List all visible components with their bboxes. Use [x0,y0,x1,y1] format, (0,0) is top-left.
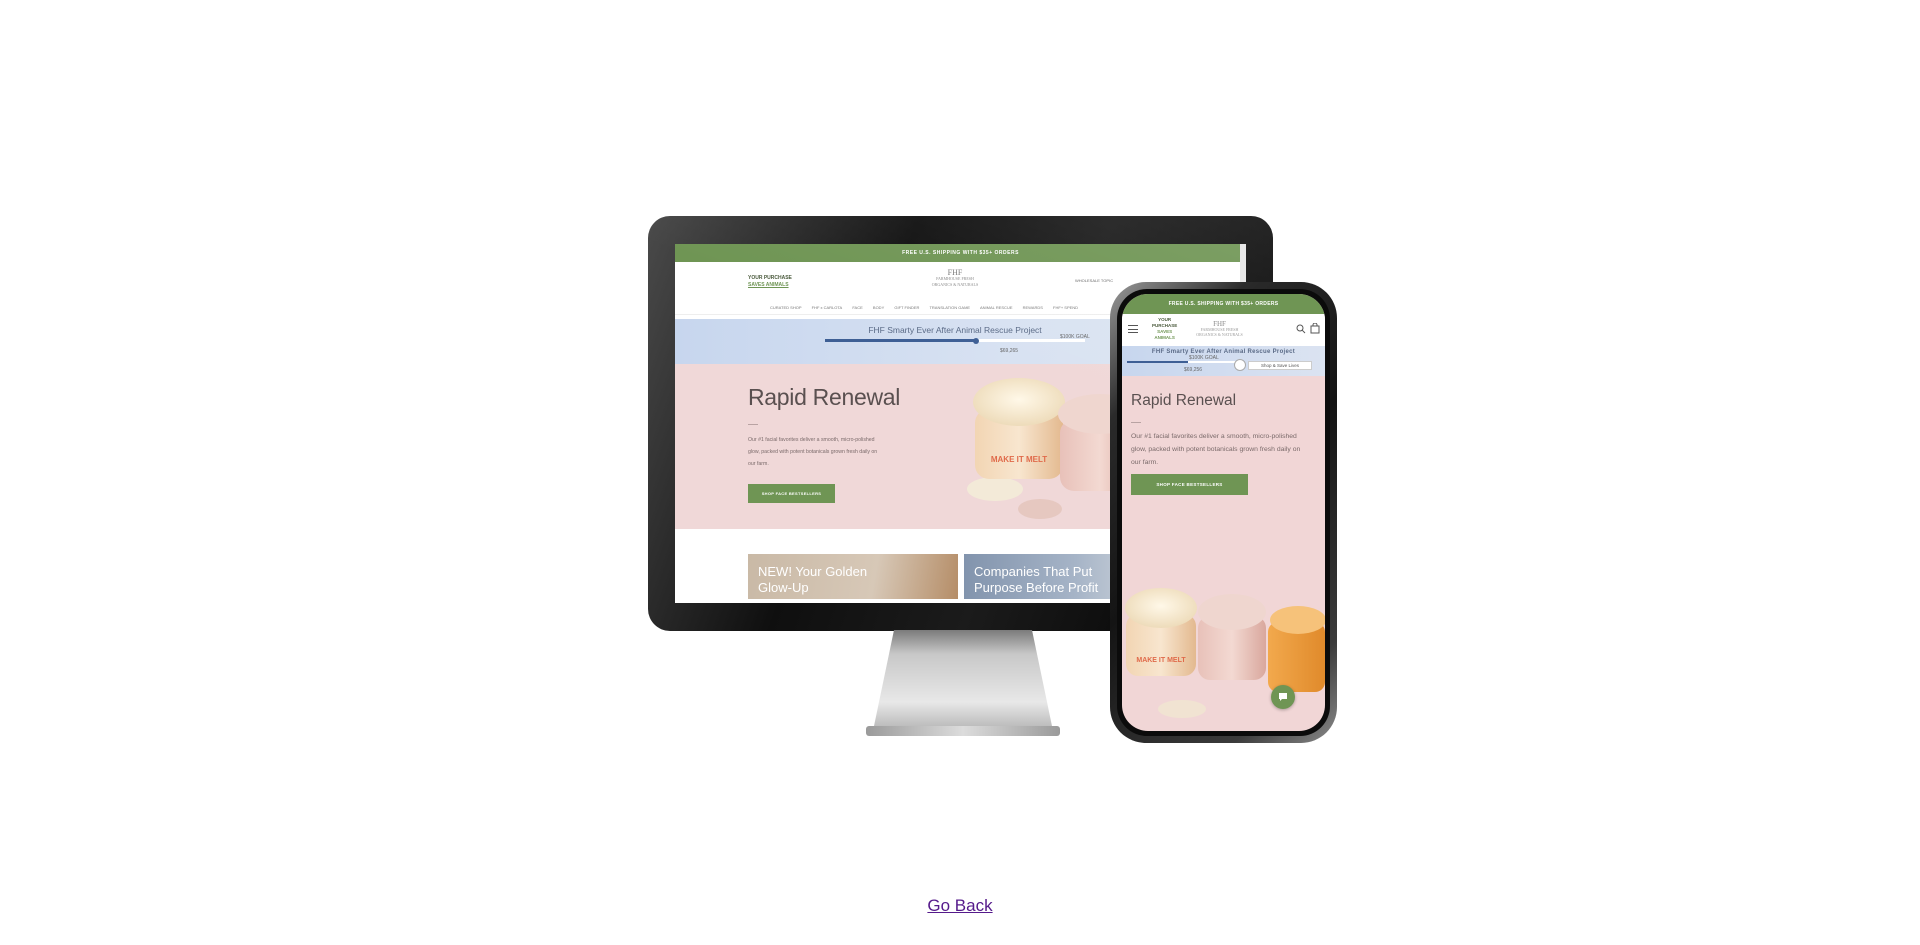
nav-item[interactable]: FHF x CARLOTA [812,305,843,310]
chat-icon [1279,693,1287,701]
shipping-banner: FREE U.S. SHIPPING WITH $35+ ORDERS [1122,294,1325,314]
nav-item[interactable]: BODY [873,305,884,310]
donation-progress-fill [825,339,976,342]
utility-link[interactable]: WHOLESALE TOPIC [1075,278,1113,283]
donation-title: FHF Smarty Ever After Animal Rescue Proj… [868,325,1042,335]
mobile-website-preview: FREE U.S. SHIPPING WITH $35+ ORDERS YOUR… [1122,294,1325,731]
promo-tile-golden-glow[interactable]: NEW! Your Golden Glow-Up [748,554,958,599]
donation-chip-label: Shop & Save Lives [1248,360,1312,370]
nav-item[interactable]: TRANSLATION GAME [929,305,970,310]
site-logo[interactable]: FHF FARMHOUSE FRESH ORGANICS & NATURALS [925,269,985,288]
animal-avatar-icon [1234,359,1246,371]
hero-divider [1131,422,1141,423]
nav-item[interactable]: ANIMAL RESCUE [980,305,1013,310]
nav-item[interactable]: REWARDS [1023,305,1043,310]
shipping-banner: FREE U.S. SHIPPING WITH $35+ ORDERS [675,244,1246,262]
hamburger-menu-icon[interactable] [1128,325,1138,336]
nav-item[interactable]: CURATED SHOP [770,305,801,310]
donation-progress-track [1127,361,1237,363]
donation-chip[interactable]: Shop & Save Lives [1234,359,1314,371]
cart-icon[interactable] [1310,323,1320,334]
hero-divider [748,424,758,425]
promo-tile-purpose[interactable]: Companies That Put Purpose Before Profit [964,554,1124,599]
shop-face-bestsellers-button[interactable]: SHOP FACE BESTSELLERS [1131,474,1248,495]
donation-title: FHF Smarty Ever After Animal Rescue Proj… [1151,349,1296,355]
monitor-stand [866,630,1060,736]
go-back-link[interactable]: Go Back [0,896,1920,916]
logo-line-2: ORGANICS & NATURALS [1196,332,1243,337]
hero-title: Rapid Renewal [1131,392,1237,409]
site-logo[interactable]: FHF FARMHOUSE FRESH ORGANICS & NATURALS [1192,321,1247,338]
main-nav: CURATED SHOP FHF x CARLOTA FACE BODY GIF… [770,305,1087,310]
nav-item[interactable]: GIFT FINDER [894,305,919,310]
nav-item[interactable]: FACE [852,305,862,310]
donation-progress-marker [972,337,979,344]
donation-progress-fill [1127,361,1188,363]
jar-label: MAKE IT MELT [1136,657,1186,664]
promo-tile-text: Companies That Put Purpose Before Profit [974,564,1099,595]
promo-line-2: SAVES ANIMALS [748,282,789,288]
search-icon[interactable] [1296,324,1306,334]
jar-label: MAKE IT MELT [991,455,1047,464]
donation-progress-track [825,337,1085,344]
promo-badge[interactable]: YOUR PURCHASE SAVES ANIMALS [748,275,792,289]
shop-face-bestsellers-button[interactable]: SHOP FACE BESTSELLERS [748,484,835,503]
chat-button[interactable] [1271,685,1295,709]
donation-raised: $69,256 [1184,367,1203,373]
hero-description: Our #1 facial favorites deliver a smooth… [748,437,878,467]
mobile-header: YOUR PURCHASE SAVES ANIMALS FHF FARMHOUS… [1122,314,1325,346]
donation-banner[interactable]: FHF Smarty Ever After Animal Rescue Proj… [1122,346,1325,376]
promo-tile-text: NEW! Your Golden Glow-Up [758,564,868,595]
promo-line: ANIMALS [1154,335,1175,340]
logo-line-2: ORGANICS & NATURALS [931,282,979,287]
hero-title: Rapid Renewal [748,384,901,410]
promo-badge[interactable]: YOUR PURCHASE SAVES ANIMALS [1152,317,1177,341]
product-jars-image: MAKE IT MELT [1125,588,1325,718]
donation-raised: $69,265 [1000,348,1019,354]
hero-description: Our #1 facial favorites deliver a smooth… [1131,433,1301,466]
promo-line-1: YOUR PURCHASE [748,275,792,281]
nav-item[interactable]: FHF+ SPEND [1053,305,1078,310]
